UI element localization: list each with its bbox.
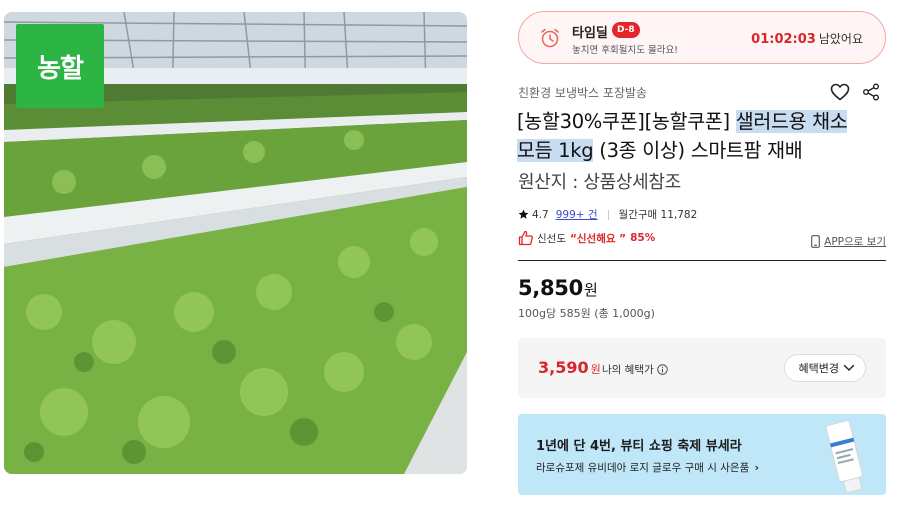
promo-banner[interactable]: 1년에 단 4번, 뷰티 쇼핑 축제 뷰세라 라로슈포제 유비데아 로지 글로우… — [518, 414, 886, 495]
timedeal-banner[interactable]: 타임딜 D-8 놓치면 후회될지도 몰라요! 01:02:03 남았어요 — [518, 11, 886, 64]
price-currency: 원 — [583, 281, 598, 299]
rating-value: 4.7 — [532, 208, 549, 221]
benefit-change-label: 혜택변경 — [798, 362, 839, 375]
unit-price: 100g당 585원 (총 1,000g) — [518, 307, 655, 320]
cosmetic-tube-image — [825, 420, 863, 494]
promo-subtitle-text: 라로슈포제 유비데아 로지 글로우 구매 시 사은품 — [536, 462, 750, 474]
app-view-label: APP으로 보기 — [824, 236, 886, 248]
product-title-suffix: (3종 이상) 스마트팜 재배 — [593, 139, 803, 162]
thumbs-up-icon — [518, 230, 534, 246]
benefit-change-button[interactable]: 혜택변경 — [783, 354, 866, 382]
promo-subtitle: 라로슈포제 유비데아 로지 글로우 구매 시 사은품 › — [536, 460, 759, 475]
chevron-down-icon — [843, 364, 855, 371]
benefit-price-currency: 원 — [590, 363, 601, 376]
promo-arrow-icon: › — [754, 462, 759, 474]
promo-title: 1년에 단 4번, 뷰티 쇼핑 축제 뷰세라 — [536, 439, 742, 454]
monthly-purchase: 월간구매 11,782 — [618, 209, 698, 221]
product-title: [농할30%쿠폰][농할쿠폰] 샐러드용 채소모듬 1kg (3종 이상) 스마… — [517, 107, 892, 165]
share-icon[interactable] — [862, 83, 880, 101]
freshness-quote: “신선해요 ” — [569, 232, 627, 245]
product-image[interactable]: 농할 — [4, 12, 467, 474]
benefit-box: 3,590 원 나의 혜택가 혜택변경 — [518, 338, 886, 398]
review-count-link[interactable]: 999+ 건 — [556, 207, 598, 222]
freshness-percent: 85% — [630, 232, 656, 244]
benefit-price: 3,590 원 — [538, 358, 601, 377]
brand-logo: 농할 — [16, 24, 104, 108]
product-title-highlight-2: 모듬 1kg — [517, 139, 594, 162]
timedeal-subtitle: 놓치면 후회될지도 몰라요! — [572, 45, 678, 56]
benefit-label-text: 나의 혜택가 — [602, 364, 654, 376]
alarm-clock-icon — [541, 28, 559, 48]
product-title-prefix: [농할30%쿠폰][농할쿠폰] — [517, 110, 736, 133]
section-divider — [518, 260, 886, 261]
info-icon[interactable] — [656, 364, 668, 375]
benefit-label[interactable]: 나의 혜택가 — [602, 362, 668, 377]
star-icon — [518, 209, 529, 219]
product-title-highlight: 샐러드용 채소 — [735, 110, 848, 133]
stats-divider — [607, 209, 609, 220]
product-price: 5,850원 — [518, 276, 598, 300]
freshness-rating[interactable]: 신선도 “신선해요 ” 85% — [518, 230, 655, 246]
app-view-link[interactable]: APP으로 보기 — [811, 234, 886, 249]
price-value: 5,850 — [518, 276, 583, 300]
freshness-label: 신선도 — [537, 232, 566, 245]
heart-icon[interactable] — [830, 83, 850, 101]
phone-icon — [811, 235, 821, 248]
product-stats: 4.7 999+ 건 월간구매 11,782 — [518, 207, 697, 222]
countdown-value: 01:02:03 — [751, 32, 816, 47]
timedeal-title: 타임딜 — [572, 26, 608, 41]
shipping-label: 친환경 보냉박스 포장발송 — [518, 86, 648, 100]
countdown-timer: 01:02:03 남았어요 — [751, 30, 863, 47]
countdown-suffix: 남았어요 — [818, 32, 863, 46]
dday-badge: D-8 — [612, 22, 640, 38]
benefit-price-value: 3,590 — [538, 358, 589, 377]
origin-label: 원산지 : 상품상세참조 — [518, 172, 681, 193]
